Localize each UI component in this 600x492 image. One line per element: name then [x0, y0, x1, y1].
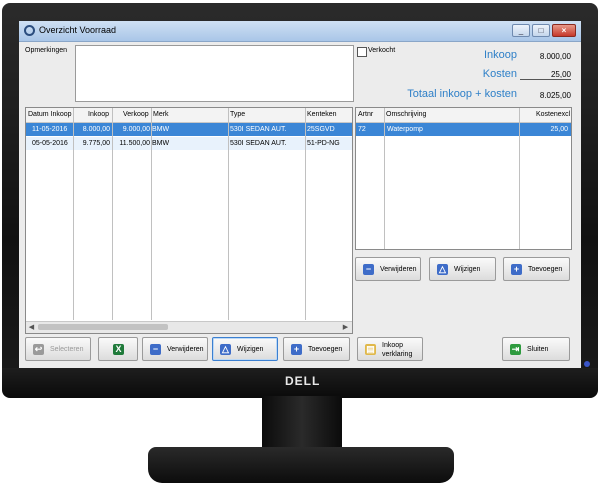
opmerkingen-label: Opmerkingen	[25, 47, 68, 54]
column-divider	[228, 108, 229, 320]
column-divider	[151, 108, 152, 320]
col-kostenexcl[interactable]: Kostenexcl	[536, 108, 570, 121]
table-row[interactable]: 05-05-2016 9.775,00 11.500,00 BMW 530I S…	[26, 137, 352, 150]
totaal-value: 8.025,00	[539, 91, 571, 100]
cell-kostenexcl: 25,00	[550, 126, 568, 133]
monitor-stand-neck	[262, 396, 342, 454]
column-divider	[519, 108, 520, 249]
button-label-line2: verklaring	[382, 351, 413, 358]
kosten-value: 25,00	[520, 70, 571, 80]
verkocht-checkbox[interactable]	[357, 47, 367, 57]
cell-verkoop: 11.500,00	[119, 140, 150, 147]
col-artnr[interactable]: Artnr	[358, 108, 373, 121]
col-verkoop[interactable]: Verkoop	[123, 108, 149, 121]
cost-toevoegen-button[interactable]: + Toevoegen	[503, 257, 570, 281]
inkoop-label: Inkoop	[483, 49, 517, 61]
cell-merk: BMW	[152, 126, 170, 133]
button-label: Wijzigen	[237, 346, 264, 353]
col-type[interactable]: Type	[230, 108, 245, 121]
monitor-stand-base	[148, 447, 454, 483]
verkocht-label: Verkocht	[368, 47, 396, 54]
cell-datum: 05-05-2016	[32, 140, 68, 147]
kosten-label: Kosten	[482, 68, 517, 80]
col-inkoop[interactable]: Inkoop	[88, 108, 109, 121]
minus-icon: −	[363, 264, 374, 275]
cell-merk: BMW	[152, 140, 170, 147]
cell-omschrijving: Waterpomp	[387, 126, 423, 133]
inkoopverklaring-button[interactable]: ▤ Inkoop verklaring	[357, 337, 423, 361]
sluiten-button[interactable]: ⇥ Sluiten	[502, 337, 570, 361]
opmerkingen-input[interactable]	[75, 45, 354, 102]
inkoop-value: 8.000,00	[539, 52, 571, 61]
cell-type: 530I SEDAN AUT.	[230, 126, 287, 133]
exit-icon: ⇥	[510, 344, 521, 355]
button-label: Verwijderen	[167, 346, 204, 353]
plus-icon: +	[291, 344, 302, 355]
button-label: Selecteren	[50, 346, 84, 353]
maximize-button[interactable]: □	[532, 24, 550, 37]
col-omschrijving[interactable]: Omschrijving	[386, 108, 426, 121]
col-kenteken[interactable]: Kenteken	[307, 108, 337, 121]
app-icon	[24, 25, 35, 36]
stock-table-scrollbar[interactable]: ◀ ▶	[26, 321, 352, 333]
cell-artnr: 72	[358, 126, 366, 133]
selecteren-button[interactable]: ↩ Selecteren	[25, 337, 91, 361]
button-label: Inkoop verklaring	[382, 341, 412, 359]
totaal-label: Totaal inkoop + kosten	[407, 88, 517, 100]
cell-kenteken: 51-PD-NG	[307, 140, 340, 147]
plus-icon: +	[511, 264, 522, 275]
cell-inkoop: 8.000,00	[82, 126, 110, 133]
button-label-line1: Inkoop	[382, 342, 404, 349]
select-icon: ↩	[33, 344, 44, 355]
cell-inkoop: 9.775,00	[82, 140, 110, 147]
export-excel-button[interactable]: X	[98, 337, 138, 361]
wijzigen-button[interactable]: △ Wijzigen	[212, 337, 278, 361]
cost-wijzigen-button[interactable]: △ Wijzigen	[429, 257, 496, 281]
button-label: Verwijderen	[380, 266, 417, 273]
cell-datum: 11-05-2016	[32, 126, 68, 133]
cell-kenteken: 25SGVD	[307, 126, 335, 133]
cell-type: 530I SEDAN AUT.	[230, 140, 287, 147]
button-label: Wijzigen	[454, 266, 481, 273]
cost-table: Artnr Omschrijving Kostenexcl 72 Waterpo…	[355, 107, 572, 250]
column-divider	[305, 108, 306, 320]
app-window: Overzicht Voorraad _ □ × Opmerkingen Ver…	[19, 21, 581, 368]
edit-icon: △	[437, 264, 448, 275]
cell-verkoop: 9.000,00	[122, 126, 150, 133]
scroll-right-icon[interactable]: ▶	[340, 322, 351, 333]
close-button[interactable]: ×	[552, 24, 576, 37]
toevoegen-button[interactable]: + Toevoegen	[283, 337, 350, 361]
stock-table: Datum Inkoop Inkoop Verkoop Merk Type Ke…	[25, 107, 353, 334]
button-label: Sluiten	[527, 346, 549, 353]
minus-icon: −	[150, 344, 161, 355]
document-icon: ▤	[365, 344, 376, 355]
excel-icon: X	[113, 344, 124, 355]
verwijderen-button[interactable]: − Verwijderen	[142, 337, 208, 361]
title-bar: Overzicht Voorraad _ □ ×	[19, 21, 581, 42]
window-title: Overzicht Voorraad	[39, 25, 117, 35]
table-row[interactable]: 72 Waterpomp 25,00	[356, 123, 571, 136]
brand-logo: DELL	[285, 374, 321, 388]
table-row[interactable]: 11-05-2016 8.000,00 9.000,00 BMW 530I SE…	[26, 123, 352, 136]
button-label: Toevoegen	[528, 266, 563, 273]
scroll-thumb[interactable]	[38, 324, 168, 330]
scroll-left-icon[interactable]: ◀	[26, 322, 37, 333]
cost-verwijderen-button[interactable]: − Verwijderen	[355, 257, 421, 281]
edit-icon: △	[220, 344, 231, 355]
col-merk[interactable]: Merk	[153, 108, 169, 121]
button-label: Toevoegen	[308, 346, 343, 353]
cost-table-header: Artnr Omschrijving Kostenexcl	[356, 108, 571, 123]
column-divider	[112, 108, 113, 320]
col-datum-inkoop[interactable]: Datum Inkoop	[28, 108, 72, 121]
column-divider	[73, 108, 74, 320]
minimize-button[interactable]: _	[512, 24, 530, 37]
stock-table-header: Datum Inkoop Inkoop Verkoop Merk Type Ke…	[26, 108, 352, 123]
column-divider	[384, 108, 385, 249]
power-led	[584, 361, 590, 367]
